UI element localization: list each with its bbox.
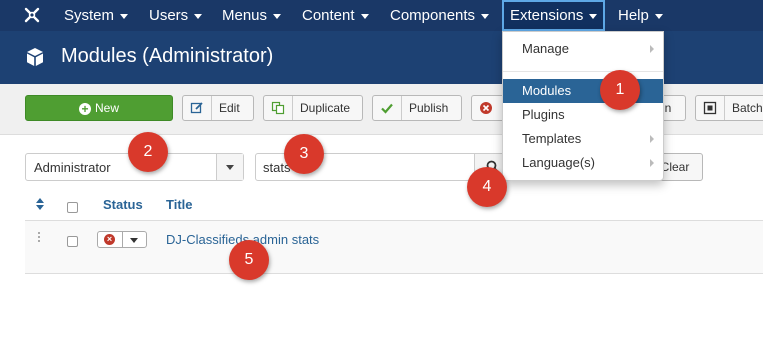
- unpublish-icon: [472, 96, 500, 120]
- caret-down-icon: [481, 13, 490, 19]
- edit-button[interactable]: Edit: [182, 95, 254, 121]
- nav-users[interactable]: Users: [149, 0, 203, 31]
- unpublished-icon[interactable]: ×: [104, 234, 115, 245]
- callout-badge-1: 1: [600, 70, 640, 110]
- client-select-value: Administrator: [34, 160, 111, 175]
- caret-down-icon: [194, 13, 203, 19]
- callout-badge-4: 4: [467, 167, 507, 207]
- menu-item-manage-label: Manage: [522, 41, 569, 56]
- new-button[interactable]: + New: [25, 95, 173, 121]
- menu-item-languages-label: Language(s): [522, 155, 595, 170]
- menu-item-templates-label: Templates: [522, 131, 582, 146]
- caret-down-icon: [654, 13, 663, 19]
- sort-icon[interactable]: [35, 197, 45, 211]
- batch-icon: [696, 96, 725, 120]
- nav-users-label: Users: [149, 7, 189, 24]
- menu-item-modules-label: Modules: [522, 83, 572, 98]
- nav-menus[interactable]: Menus: [222, 0, 282, 31]
- edit-button-label: Edit: [219, 101, 240, 115]
- batch-button-label: Batch: [732, 101, 763, 115]
- chevron-right-icon: [650, 135, 654, 143]
- callout-badge-5: 5: [229, 240, 269, 280]
- caret-down-icon: [589, 13, 598, 19]
- nav-components[interactable]: Components: [390, 0, 490, 31]
- extensions-menu: Manage Modules Plugins Templates Languag…: [502, 31, 664, 181]
- nav-help[interactable]: Help: [618, 0, 663, 31]
- caret-down-icon[interactable]: [130, 238, 138, 243]
- edit-icon: [183, 96, 212, 120]
- publish-button[interactable]: Publish: [372, 95, 462, 121]
- status-toggle[interactable]: ×: [97, 231, 147, 248]
- nav-system[interactable]: System: [64, 0, 129, 31]
- caret-down-icon: [273, 13, 282, 19]
- batch-button[interactable]: Batch: [695, 95, 763, 121]
- menu-item-templates[interactable]: Templates: [503, 127, 663, 151]
- caret-down-icon: [360, 13, 369, 19]
- drag-handle-icon[interactable]: [37, 231, 43, 245]
- joomla-logo-icon[interactable]: [23, 6, 41, 24]
- checkmark-icon: [373, 96, 402, 120]
- callout-badge-2: 2: [128, 132, 168, 172]
- menu-item-plugins-label: Plugins: [522, 107, 565, 122]
- chevron-right-icon: [650, 45, 654, 53]
- menu-item-languages[interactable]: Language(s): [503, 151, 663, 175]
- select-all-checkbox[interactable]: [67, 202, 78, 213]
- top-navbar: System Users Menus Content Components Ex…: [0, 0, 763, 31]
- chevron-right-icon: [650, 159, 654, 167]
- menu-item-plugins[interactable]: Plugins: [503, 103, 663, 127]
- plus-circle-icon: +: [78, 102, 91, 115]
- cube-icon: [27, 48, 43, 66]
- nav-system-label: System: [64, 7, 115, 24]
- nav-help-label: Help: [618, 7, 649, 24]
- status-divider: [122, 232, 123, 247]
- nav-extensions[interactable]: Extensions: [502, 0, 606, 31]
- caret-down-icon: [120, 13, 129, 19]
- caret-down-icon: [226, 165, 234, 170]
- nav-content-label: Content: [302, 7, 355, 24]
- duplicate-button-label: Duplicate: [300, 101, 351, 115]
- new-button-label: New: [94, 101, 119, 115]
- page-title: Modules (Administrator): [61, 45, 274, 67]
- menu-divider: [503, 71, 663, 72]
- copy-icon: [264, 96, 293, 120]
- nav-menus-label: Menus: [222, 7, 268, 24]
- menu-item-manage[interactable]: Manage: [503, 37, 663, 61]
- row-checkbox[interactable]: [67, 236, 78, 247]
- duplicate-button[interactable]: Duplicate: [263, 95, 363, 121]
- publish-button-label: Publish: [409, 101, 449, 115]
- nav-content[interactable]: Content: [302, 0, 369, 31]
- nav-components-label: Components: [390, 7, 476, 24]
- title-column-header[interactable]: Title: [166, 197, 193, 212]
- nav-extensions-label: Extensions: [510, 7, 584, 24]
- callout-badge-3: 3: [284, 134, 324, 174]
- client-select-toggle[interactable]: [216, 154, 243, 180]
- status-column-header[interactable]: Status: [103, 197, 143, 212]
